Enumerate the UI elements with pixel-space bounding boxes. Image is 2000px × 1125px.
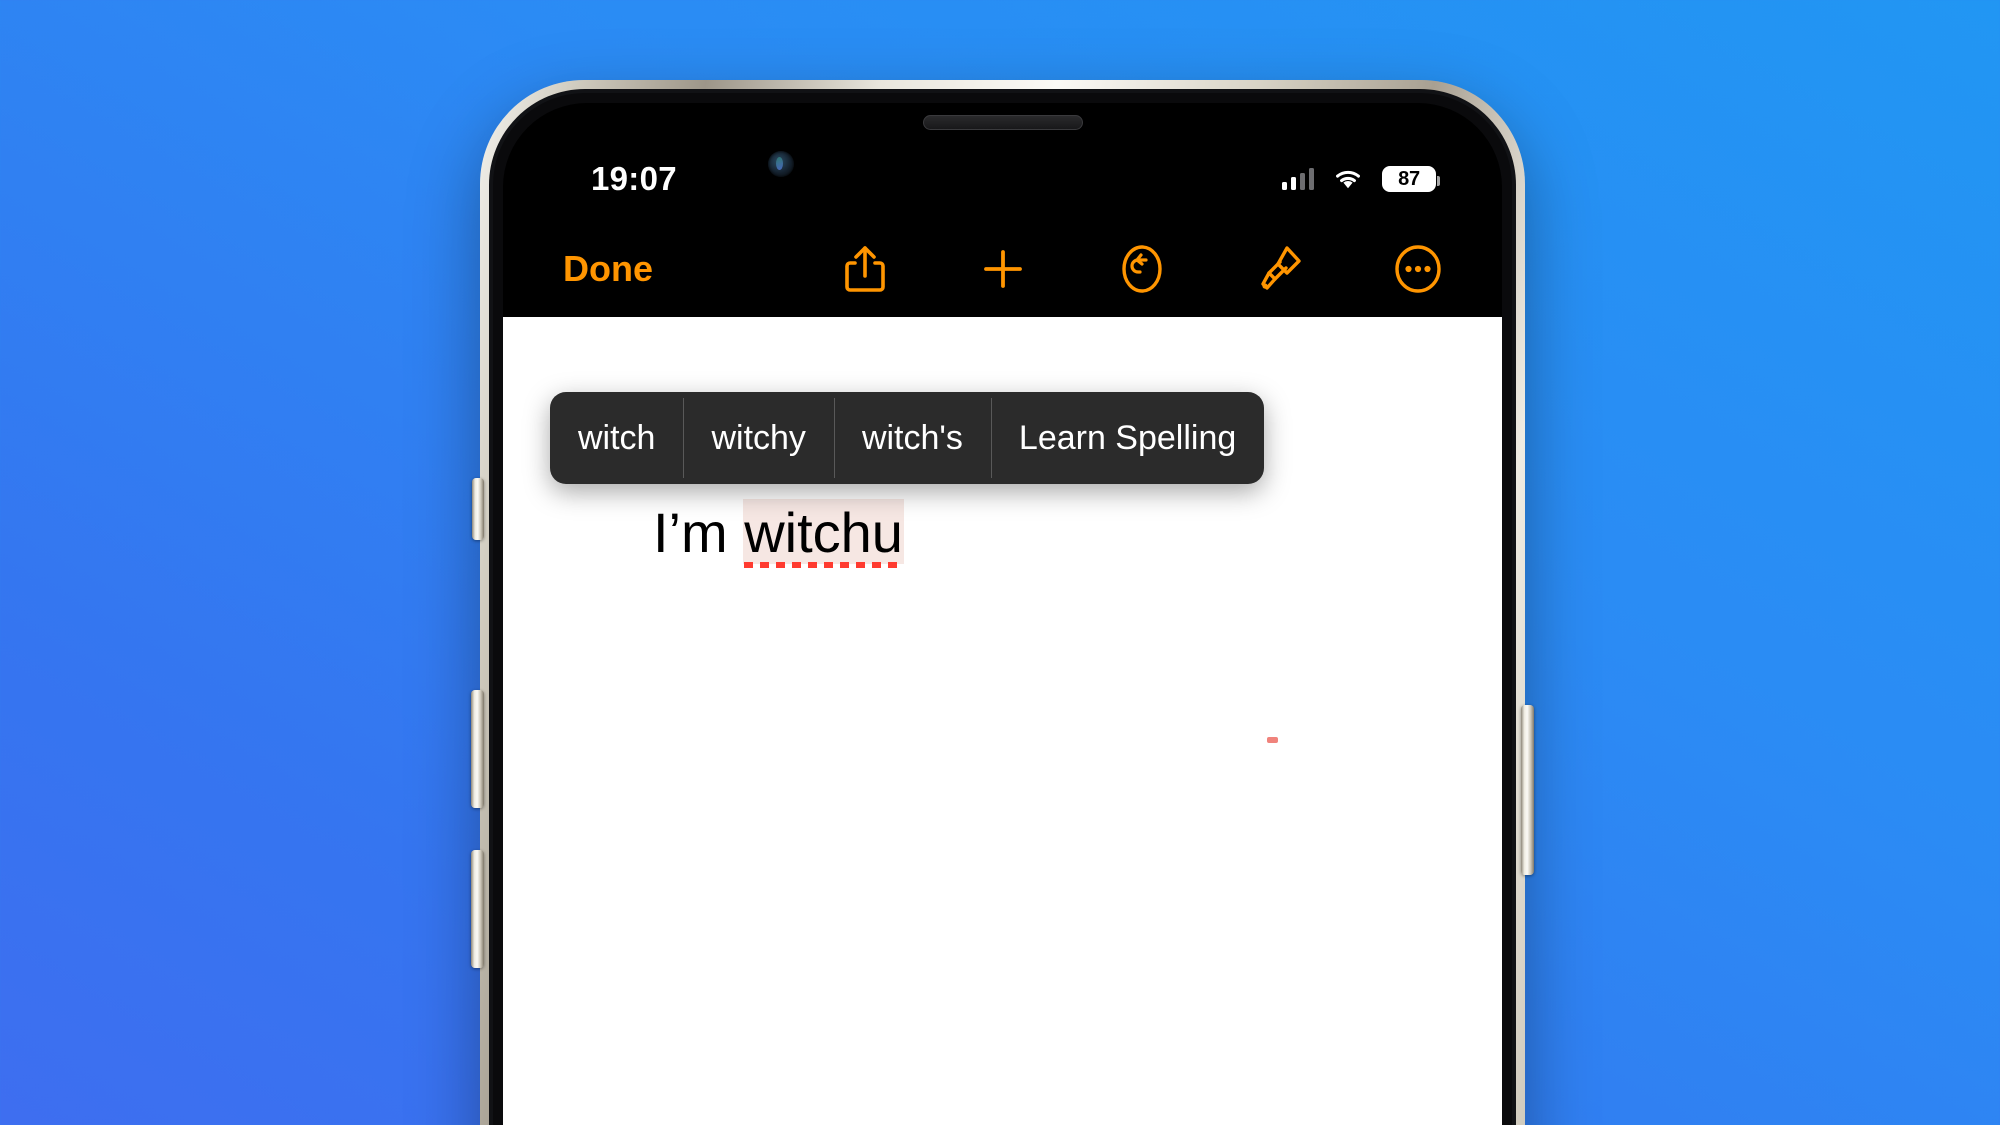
note-content-area[interactable]: witch witchy witch's Learn Spelling I’m … xyxy=(503,317,1502,1125)
more-icon xyxy=(1392,243,1444,295)
earpiece-speaker-grille xyxy=(922,115,1083,130)
status-bar: 19:07 87 xyxy=(503,149,1502,209)
battery-percent-label: 87 xyxy=(1398,168,1420,190)
markup-pen-icon xyxy=(1256,243,1304,295)
more-button[interactable] xyxy=(1386,237,1450,301)
volume-down-button[interactable] xyxy=(471,850,484,968)
misspelled-word-label: witchu xyxy=(744,501,903,564)
mute-switch-button[interactable] xyxy=(472,478,484,540)
cellular-signal-icon xyxy=(1281,168,1314,190)
share-button[interactable] xyxy=(833,237,897,301)
spelling-error-underline xyxy=(744,562,902,568)
undo-icon xyxy=(1117,243,1167,295)
suggestion-item[interactable]: witch xyxy=(550,392,683,484)
markup-button[interactable] xyxy=(1248,237,1312,301)
app-toolbar: Done xyxy=(503,221,1502,317)
power-button[interactable] xyxy=(1521,705,1534,875)
spelling-suggestions-popup: witch witchy witch's Learn Spelling xyxy=(550,392,1265,484)
toolbar-actions xyxy=(833,237,1450,301)
wifi-icon xyxy=(1336,170,1360,189)
suggestion-item[interactable]: witch's xyxy=(833,392,991,484)
done-button[interactable]: Done xyxy=(563,248,653,290)
status-bar-icons: 87 xyxy=(1281,166,1440,192)
device-bezel: 19:07 87 Done witch witchy witch's Learn… xyxy=(493,93,1512,1125)
stray-ink-mark xyxy=(1267,737,1278,743)
battery-cap-icon xyxy=(1436,176,1440,186)
undo-button[interactable] xyxy=(1110,237,1174,301)
suggestion-item[interactable]: witchy xyxy=(683,392,833,484)
status-bar-time: 19:07 xyxy=(591,160,677,197)
suggestion-item[interactable]: Learn Spelling xyxy=(990,392,1264,484)
misspelled-word[interactable]: witchu xyxy=(743,499,904,568)
note-text-line[interactable]: I’m witchu xyxy=(653,499,904,568)
iphone-device: 19:07 87 Done witch witchy witch's Learn… xyxy=(471,80,1534,1125)
plus-icon xyxy=(980,246,1026,292)
add-button[interactable] xyxy=(971,237,1035,301)
note-text-prefix: I’m xyxy=(653,501,744,564)
share-icon xyxy=(842,243,888,295)
battery-icon: 87 xyxy=(1382,166,1440,192)
volume-up-button[interactable] xyxy=(471,690,484,808)
device-screen: 19:07 87 Done witch witchy witch's Learn… xyxy=(503,103,1502,1125)
